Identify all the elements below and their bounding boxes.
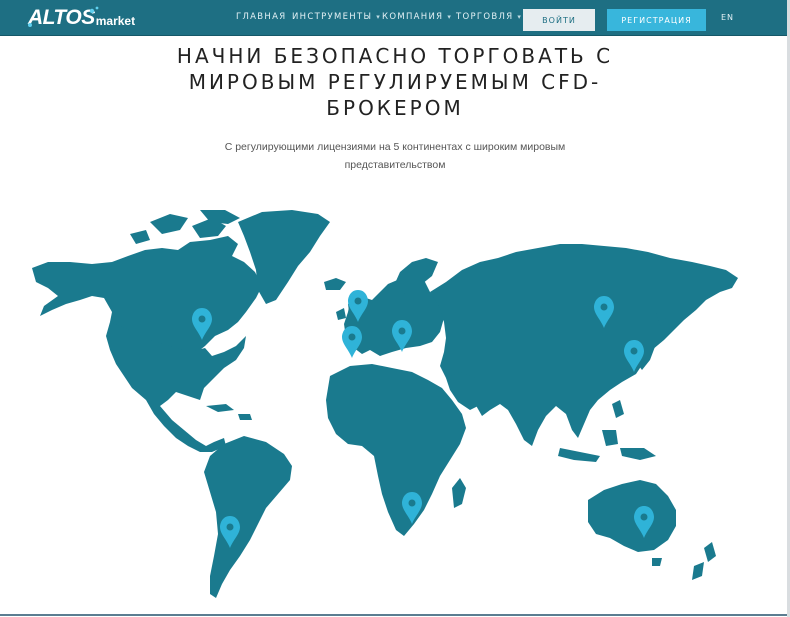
bottom-divider [0,614,790,616]
hero-title-line-3: БРОКЕРОМ [326,96,464,120]
nav-home-label: ГЛАВНАЯ [236,12,287,22]
altos-market-logo[interactable]: ALTOS market [28,6,135,30]
language-switch[interactable]: EN [721,13,734,22]
nav-home[interactable]: ГЛАВНАЯ [236,12,286,22]
hero-title-line-2: МИРОВЫМ РЕГУЛИРУЕМЫМ CFD- [188,70,602,94]
world-map-land [32,210,738,598]
hero-title-line-1: НАЧНИ БЕЗОПАСНО ТОРГОВАТЬ С [176,44,614,68]
login-button[interactable]: ВОЙТИ [523,9,595,31]
chevron-down-icon: ▾ [447,13,453,21]
nav-trading[interactable]: ТОРГОВЛЯ ▾ [456,12,522,22]
nav-trading-label: ТОРГОВЛЯ [456,12,514,22]
chevron-down-icon: ▾ [517,13,523,21]
top-navbar: ALTOS market ГЛАВНАЯ ИНСТРУМЕНТЫ ▾ КОМПАН… [0,0,788,36]
hero-subtitle: С регулирующими лицензиями на 5 континен… [185,138,605,174]
logo-market-text: market [95,14,136,28]
hero-subtitle-line-2: представительством [344,159,446,171]
logo-altos-text: ALTOS [28,6,95,29]
world-map [32,210,738,598]
hero-subtitle-line-1: С регулирующими лицензиями на 5 континен… [224,141,566,153]
chevron-down-icon: ▾ [376,13,382,21]
register-button[interactable]: РЕГИСТРАЦИЯ [607,9,706,31]
nav-company-label: КОМПАНИЯ [382,12,444,22]
location-pin-icon[interactable] [342,326,362,358]
nav-instruments-label: ИНСТРУМЕНТЫ [292,12,373,22]
hero-title: НАЧНИ БЕЗОПАСНО ТОРГОВАТЬ С МИРОВЫМ РЕГУ… [140,43,650,121]
nav-company[interactable]: КОМПАНИЯ ▾ [382,12,452,22]
nav-instruments[interactable]: ИНСТРУМЕНТЫ ▾ [292,12,381,22]
